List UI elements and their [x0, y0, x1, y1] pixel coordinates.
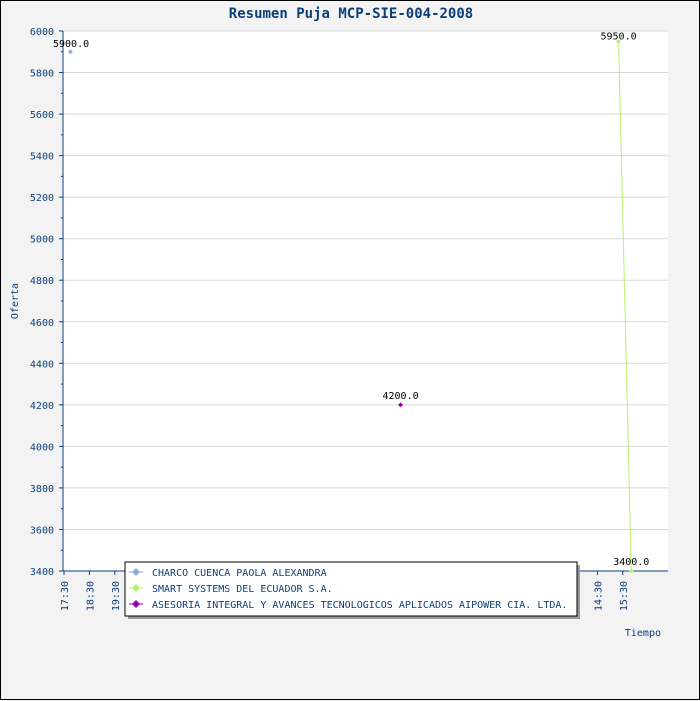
y-tick-labels: 3400 3600 3800 4000 4200 4400 4600 4800 5000 5200…: [30, 27, 54, 578]
chart-title: Resumen Puja MCP-SIE-004-2008: [229, 6, 473, 22]
y-tick-label: 3400: [30, 567, 54, 578]
data-label: 4200.0: [382, 391, 418, 402]
y-tick-label: 5600: [30, 110, 54, 121]
data-label: 5950.0: [601, 31, 637, 42]
legend-entry: CHARCO CUENCA PAOLA ALEXANDRA: [152, 568, 327, 579]
chart-frame: Resumen Puja MCP-SIE-004-2008 3400 3600 38…: [0, 0, 700, 700]
y-tick-label: 5400: [30, 152, 54, 163]
y-tick-label: 5200: [30, 193, 54, 204]
x-tick-label: 14:30: [593, 581, 604, 611]
legend: CHARCO CUENCA PAOLA ALEXANDRA SMART SYSTE…: [124, 561, 580, 619]
chart-svg: Resumen Puja MCP-SIE-004-2008 3400 3600 38…: [10, 6, 668, 639]
y-tick-label: 4000: [30, 442, 54, 453]
y-tick-label: 3800: [30, 484, 54, 495]
legend-entry: SMART SYSTEMS DEL ECUADOR S.A.: [152, 584, 333, 595]
data-label: 5900.0: [53, 39, 89, 50]
x-tick-label: 17:30: [60, 581, 71, 611]
legend-entry: ASESORIA INTEGRAL Y AVANCES TECNOLOGICOS…: [152, 600, 567, 611]
x-tick-label: 15:30: [619, 581, 630, 611]
x-tick-label: 19:30: [111, 581, 122, 611]
y-tick-label: 3600: [30, 525, 54, 536]
plot-area: [63, 31, 668, 571]
y-tick-label: 4600: [30, 318, 54, 329]
y-tick-label: 6000: [30, 27, 54, 38]
x-tick-label: 18:30: [85, 581, 96, 611]
y-tick-label: 4800: [30, 276, 54, 287]
y-tick-label: 4200: [30, 401, 54, 412]
y-tick-label: 4400: [30, 359, 54, 370]
x-axis-label: Tiempo: [625, 628, 661, 639]
y-tick-label: 5800: [30, 69, 54, 80]
y-tick-label: 5000: [30, 235, 54, 246]
data-label: 3400.0: [613, 557, 649, 568]
y-axis-label: Oferta: [10, 283, 21, 319]
